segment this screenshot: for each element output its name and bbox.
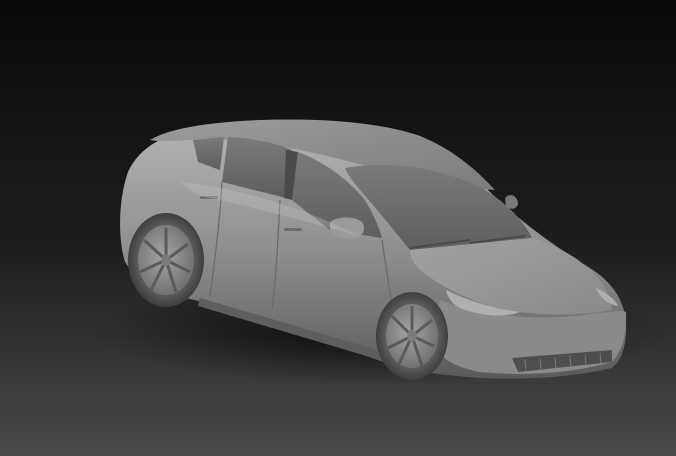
render-viewport [0, 0, 676, 456]
front-wheel [376, 292, 448, 380]
front-door-handle [284, 228, 302, 231]
car-render [0, 0, 676, 456]
rear-wheel [128, 213, 204, 307]
